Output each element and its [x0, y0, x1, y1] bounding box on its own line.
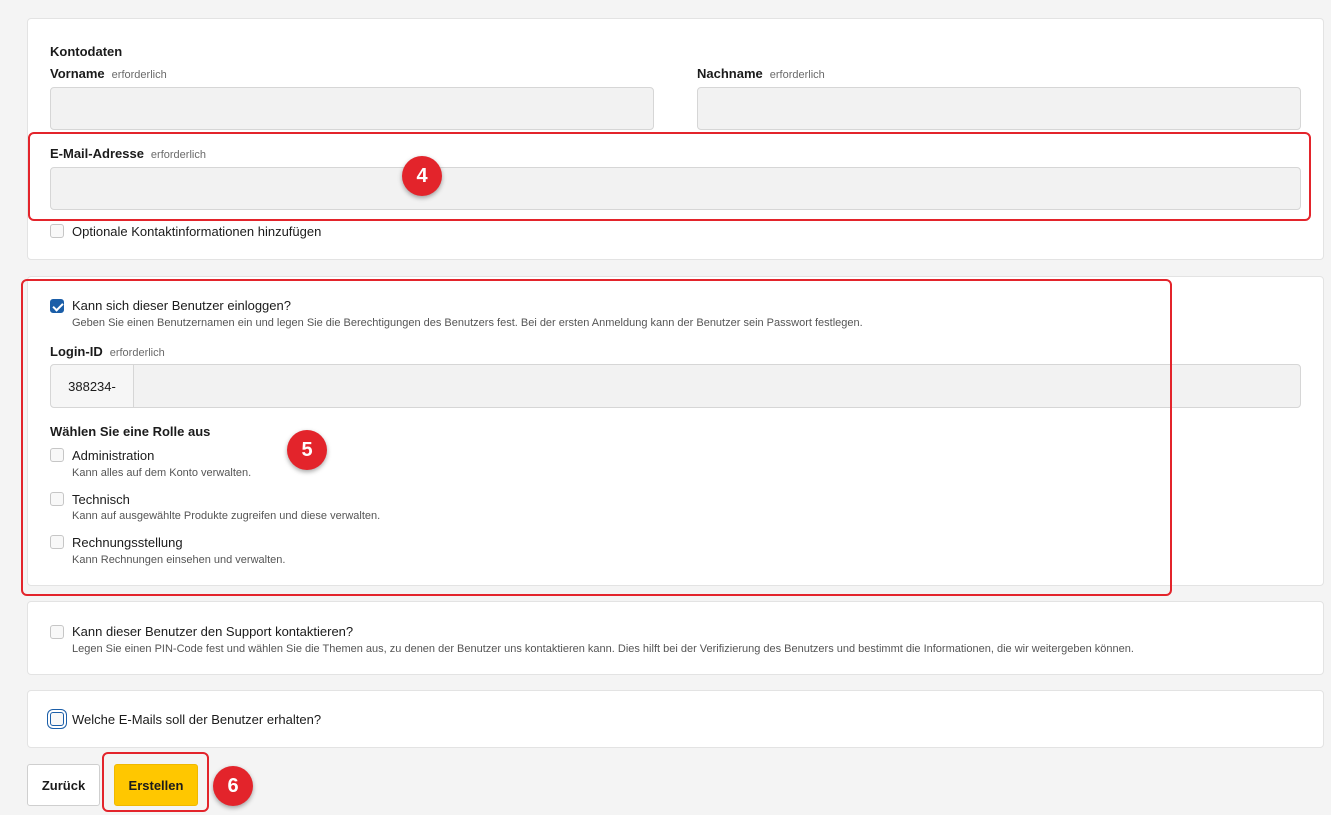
section-title: Kontodaten [50, 44, 123, 59]
optional-contact-label[interactable]: Optionale Kontaktinformationen hinzufüge… [72, 224, 321, 239]
back-button[interactable]: Zurück [27, 764, 100, 806]
optional-contact-checkbox[interactable] [50, 224, 64, 238]
support-label[interactable]: Kann dieser Benutzer den Support kontakt… [72, 624, 353, 639]
required-hint: erforderlich [111, 69, 167, 81]
last-name-label: Nachname erforderlich [697, 66, 825, 81]
annotation-badge-5: 5 [287, 430, 327, 470]
last-name-field[interactable] [697, 87, 1301, 130]
first-name-label: Vorname erforderlich [50, 66, 167, 81]
last-name-label-text: Nachname [697, 66, 763, 81]
first-name-label-text: Vorname [50, 66, 105, 81]
annotation-highlight-create [102, 752, 209, 812]
annotation-highlight-login [21, 279, 1172, 596]
required-hint: erforderlich [769, 69, 825, 81]
annotation-badge-6: 6 [213, 766, 253, 806]
annotation-highlight-email [28, 132, 1311, 221]
emails-checkbox[interactable] [50, 712, 64, 726]
support-checkbox[interactable] [50, 625, 64, 639]
annotation-badge-4: 4 [402, 156, 442, 196]
support-description: Legen Sie einen PIN-Code fest und wählen… [72, 643, 1134, 655]
first-name-field[interactable] [50, 87, 654, 130]
emails-label[interactable]: Welche E-Mails soll der Benutzer erhalte… [72, 712, 321, 727]
